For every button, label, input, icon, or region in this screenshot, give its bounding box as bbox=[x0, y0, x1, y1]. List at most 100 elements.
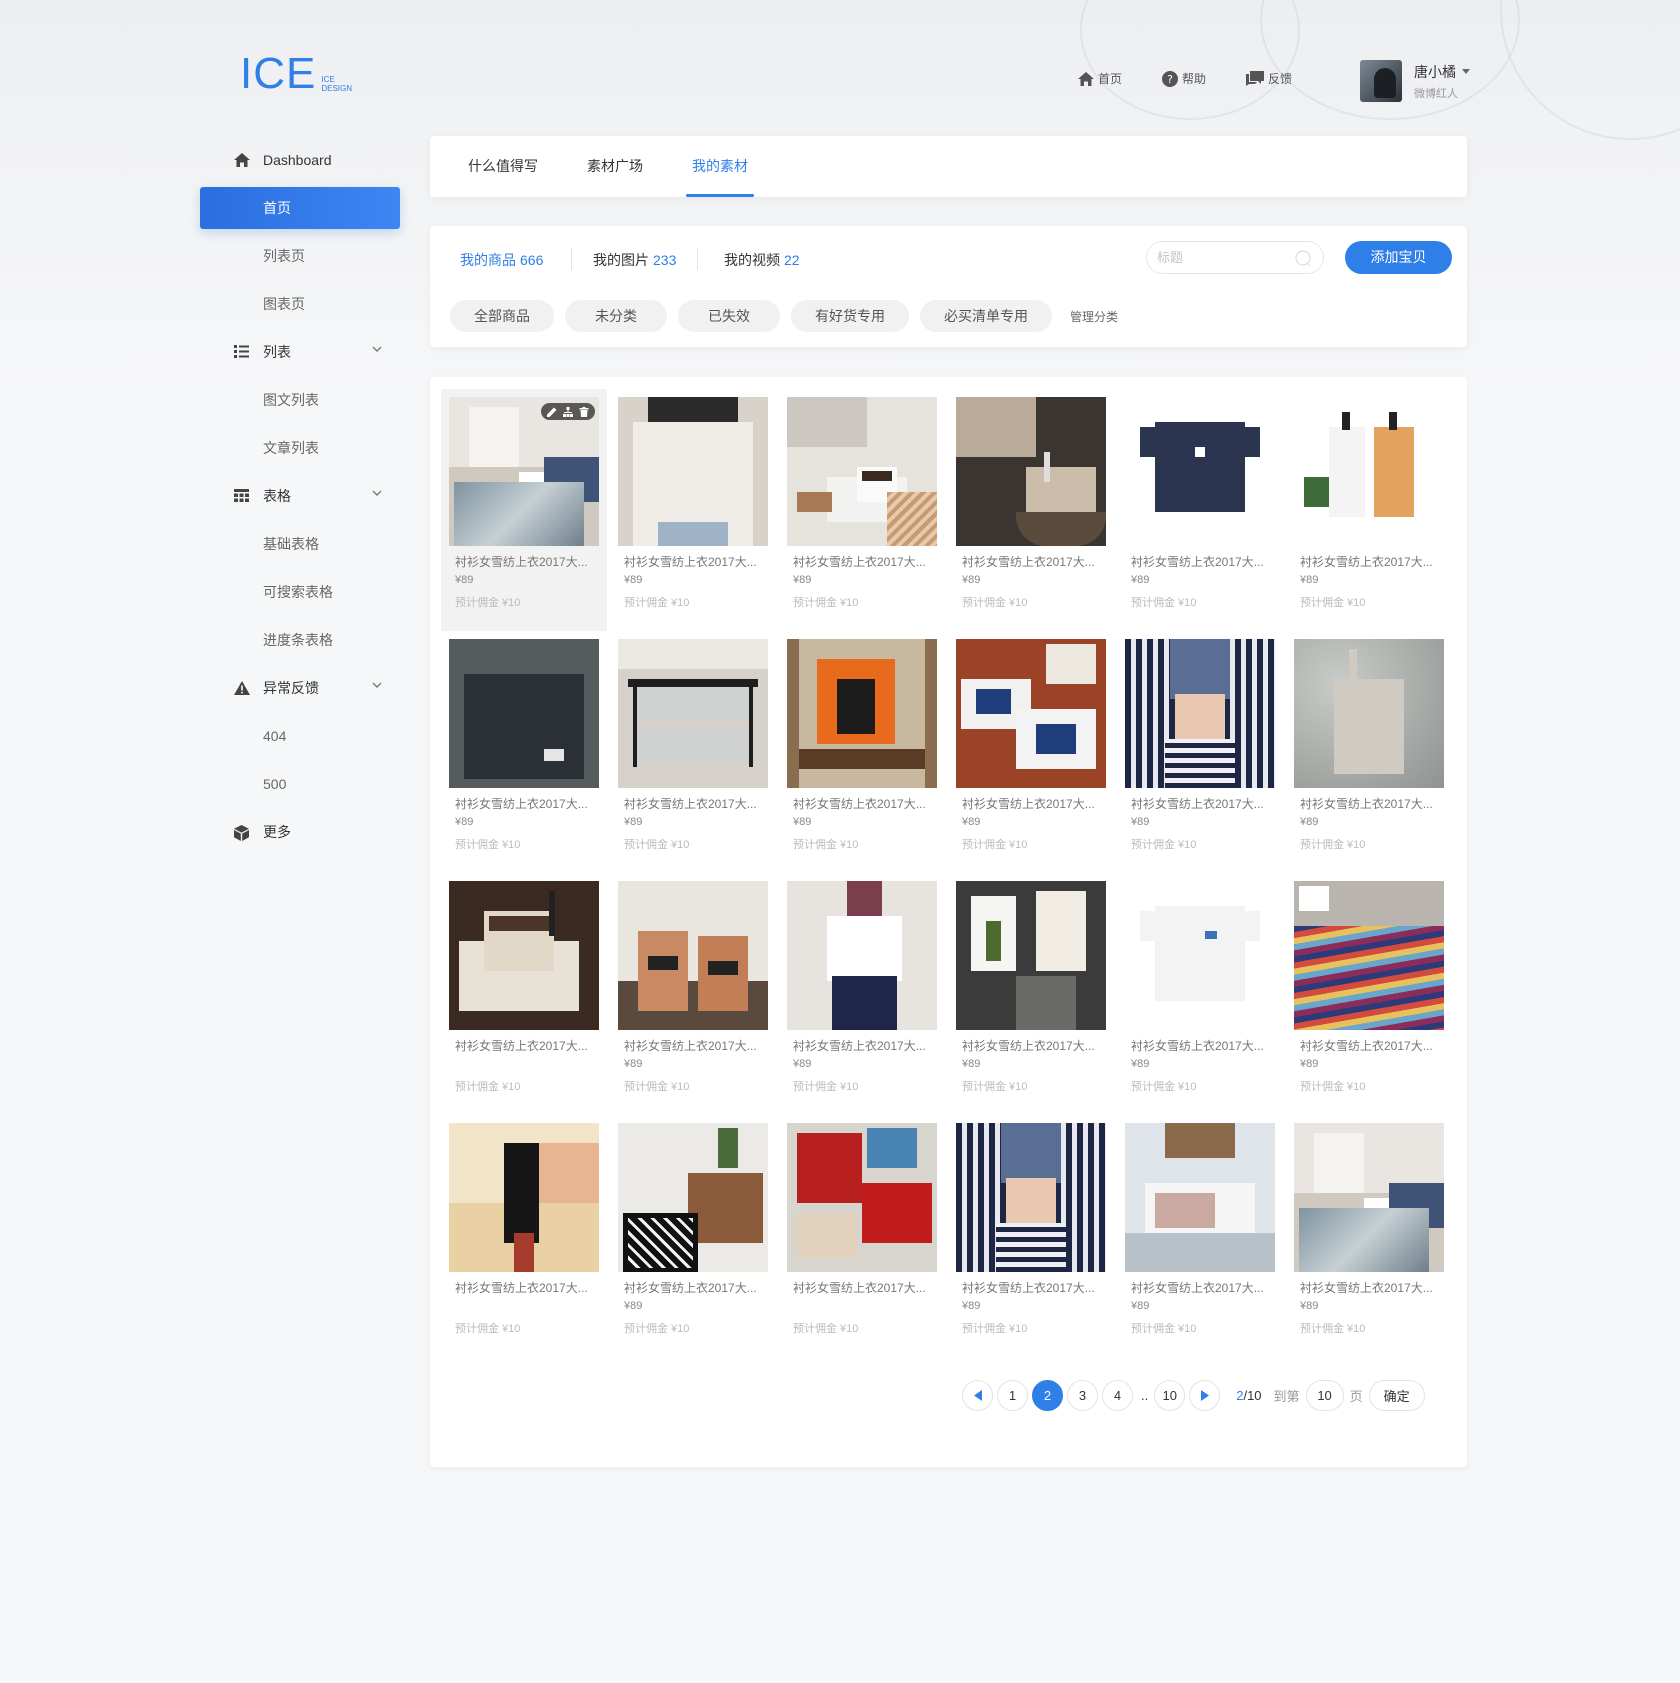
product-image[interactable] bbox=[787, 397, 937, 546]
sidebar-item-error[interactable]: 异常反馈 bbox=[200, 664, 400, 712]
product-title[interactable]: 衬衫女雪纺上衣2017大... bbox=[1294, 553, 1439, 570]
product-card[interactable]: 衬衫女雪纺上衣2017大... ¥89 预计佣金 ¥10 bbox=[948, 631, 1114, 873]
next-page-button[interactable] bbox=[1189, 1380, 1221, 1411]
product-image[interactable] bbox=[787, 881, 937, 1030]
product-image[interactable] bbox=[1294, 639, 1444, 788]
page-1[interactable]: 1 bbox=[997, 1380, 1028, 1411]
stat-my-videos[interactable]: 我的视频 22 bbox=[724, 250, 800, 270]
sidebar-item-more[interactable]: 更多 bbox=[200, 808, 400, 856]
page-10[interactable]: 10 bbox=[1154, 1380, 1186, 1411]
product-card[interactable]: 衬衫女雪纺上衣2017大... ¥89 预计佣金 ¥10 bbox=[1286, 1115, 1452, 1357]
sidebar-item-table[interactable]: 表格 bbox=[200, 472, 400, 520]
product-title[interactable]: 衬衫女雪纺上衣2017大... bbox=[956, 1037, 1101, 1054]
edit-icon[interactable] bbox=[547, 407, 557, 417]
sidebar-item-article-list[interactable]: 文章列表 bbox=[200, 424, 400, 472]
tab-my-materials[interactable]: 我的素材 bbox=[686, 136, 754, 197]
category-good-goods[interactable]: 有好货专用 bbox=[791, 300, 909, 332]
product-card[interactable]: 衬衫女雪纺上衣2017大... ¥89 预计佣金 ¥10 bbox=[1117, 1115, 1283, 1357]
product-title[interactable]: 衬衫女雪纺上衣2017大... bbox=[956, 795, 1101, 812]
topnav-feedback[interactable]: 反馈 bbox=[1246, 70, 1292, 87]
product-title[interactable]: 衬衫女雪纺上衣2017大... bbox=[956, 553, 1101, 570]
product-image[interactable] bbox=[956, 639, 1106, 788]
page-3[interactable]: 3 bbox=[1067, 1380, 1098, 1411]
product-title[interactable]: 衬衫女雪纺上衣2017大... bbox=[1294, 1279, 1439, 1296]
sidebar-item-search-table[interactable]: 可搜索表格 bbox=[200, 568, 400, 616]
user-profile[interactable]: 唐小橘 微博红人 bbox=[1360, 60, 1470, 102]
trash-icon[interactable] bbox=[579, 406, 589, 417]
category-must-buy[interactable]: 必买清单专用 bbox=[920, 300, 1052, 332]
goto-page-input[interactable] bbox=[1305, 1380, 1344, 1411]
product-title[interactable]: 衬衫女雪纺上衣2017大... bbox=[618, 1279, 763, 1296]
product-card[interactable]: 衬衫女雪纺上衣2017大... ¥89 预计佣金 ¥10 bbox=[610, 873, 776, 1115]
product-image[interactable] bbox=[618, 881, 768, 1030]
category-all[interactable]: 全部商品 bbox=[450, 300, 554, 332]
sidebar-item-list-page[interactable]: 列表页 bbox=[200, 232, 400, 280]
topnav-home[interactable]: 首页 bbox=[1078, 70, 1122, 87]
product-image[interactable] bbox=[618, 1123, 768, 1272]
add-item-button[interactable]: 添加宝贝 bbox=[1345, 241, 1452, 274]
product-title[interactable]: 衬衫女雪纺上衣2017大... bbox=[449, 553, 594, 570]
page-2[interactable]: 2 bbox=[1032, 1380, 1063, 1411]
product-image[interactable] bbox=[956, 1123, 1106, 1272]
sidebar-item-progress-table[interactable]: 进度条表格 bbox=[200, 616, 400, 664]
product-image[interactable] bbox=[1294, 1123, 1444, 1272]
product-image[interactable] bbox=[449, 1123, 599, 1272]
product-title[interactable]: 衬衫女雪纺上衣2017大... bbox=[618, 795, 763, 812]
sidebar-item-500[interactable]: 500 bbox=[200, 760, 400, 808]
product-title[interactable]: 衬衫女雪纺上衣2017大... bbox=[787, 795, 932, 812]
product-image[interactable] bbox=[1125, 397, 1275, 546]
logo[interactable]: ICE ICE DESIGN bbox=[240, 52, 352, 96]
product-title[interactable]: 衬衫女雪纺上衣2017大... bbox=[1125, 1279, 1270, 1296]
product-card[interactable]: 衬衫女雪纺上衣2017大... ¥89 预计佣金 ¥10 bbox=[441, 631, 607, 873]
tab-material-square[interactable]: 素材广场 bbox=[587, 136, 643, 197]
product-image[interactable] bbox=[1125, 881, 1275, 1030]
product-card[interactable]: 衬衫女雪纺上衣2017大... ¥89 预计佣金 ¥10 bbox=[779, 873, 945, 1115]
product-card[interactable]: 衬衫女雪纺上衣2017大... 预计佣金 ¥10 bbox=[441, 873, 607, 1115]
product-title[interactable]: 衬衫女雪纺上衣2017大... bbox=[618, 553, 763, 570]
product-title[interactable]: 衬衫女雪纺上衣2017大... bbox=[449, 1279, 594, 1296]
product-card[interactable]: 衬衫女雪纺上衣2017大... ¥89 预计佣金 ¥10 bbox=[1117, 389, 1283, 631]
product-image[interactable] bbox=[1294, 881, 1444, 1030]
product-card[interactable]: 衬衫女雪纺上衣2017大... ¥89 预计佣金 ¥10 bbox=[610, 389, 776, 631]
product-card[interactable]: 衬衫女雪纺上衣2017大... 预计佣金 ¥10 bbox=[779, 1115, 945, 1357]
category-uncategorized[interactable]: 未分类 bbox=[565, 300, 667, 332]
product-title[interactable]: 衬衫女雪纺上衣2017大... bbox=[787, 1279, 932, 1296]
search-input[interactable] bbox=[1157, 250, 1287, 265]
product-title[interactable]: 衬衫女雪纺上衣2017大... bbox=[787, 553, 932, 570]
product-image[interactable] bbox=[1125, 1123, 1275, 1272]
product-card[interactable]: 衬衫女雪纺上衣2017大... ¥89 预计佣金 ¥10 bbox=[610, 1115, 776, 1357]
stat-my-products[interactable]: 我的商品 666 bbox=[460, 250, 543, 270]
hierarchy-icon[interactable] bbox=[563, 406, 573, 417]
product-title[interactable]: 衬衫女雪纺上衣2017大... bbox=[1125, 795, 1270, 812]
product-card[interactable]: 衬衫女雪纺上衣2017大... ¥89 预计佣金 ¥10 bbox=[1286, 873, 1452, 1115]
product-title[interactable]: 衬衫女雪纺上衣2017大... bbox=[1294, 795, 1439, 812]
product-title[interactable]: 衬衫女雪纺上衣2017大... bbox=[1294, 1037, 1439, 1054]
product-card[interactable]: 衬衫女雪纺上衣2017大... ¥89 预计佣金 ¥10 bbox=[610, 631, 776, 873]
product-image[interactable] bbox=[956, 881, 1106, 1030]
category-expired[interactable]: 已失效 bbox=[678, 300, 780, 332]
product-card[interactable]: 衬衫女雪纺上衣2017大... ¥89 预计佣金 ¥10 bbox=[1286, 389, 1452, 631]
sidebar-item-home[interactable]: 首页 bbox=[200, 187, 400, 229]
topnav-help[interactable]: ? 帮助 bbox=[1162, 70, 1206, 87]
product-image[interactable] bbox=[449, 881, 599, 1030]
product-card[interactable]: 衬衫女雪纺上衣2017大... ¥89 预计佣金 ¥10 bbox=[948, 873, 1114, 1115]
product-image[interactable] bbox=[449, 397, 599, 546]
product-card[interactable]: 衬衫女雪纺上衣2017大... ¥89 预计佣金 ¥10 bbox=[1117, 631, 1283, 873]
sidebar-item-graphic-list[interactable]: 图文列表 bbox=[200, 376, 400, 424]
page-4[interactable]: 4 bbox=[1102, 1380, 1133, 1411]
product-image[interactable] bbox=[618, 397, 768, 546]
product-image[interactable] bbox=[1125, 639, 1275, 788]
tab-worth-writing[interactable]: 什么值得写 bbox=[468, 136, 538, 197]
product-title[interactable]: 衬衫女雪纺上衣2017大... bbox=[449, 795, 594, 812]
product-title[interactable]: 衬衫女雪纺上衣2017大... bbox=[1125, 553, 1270, 570]
stat-my-images[interactable]: 我的图片 233 bbox=[593, 250, 676, 270]
prev-page-button[interactable] bbox=[962, 1380, 993, 1411]
product-card[interactable]: 衬衫女雪纺上衣2017大... ¥89 预计佣金 ¥10 bbox=[779, 389, 945, 631]
product-card[interactable]: 衬衫女雪纺上衣2017大... ¥89 预计佣金 ¥10 bbox=[779, 631, 945, 873]
manage-categories-link[interactable]: 管理分类 bbox=[1070, 308, 1118, 325]
search-icon[interactable] bbox=[1295, 250, 1311, 266]
product-image[interactable] bbox=[787, 1123, 937, 1272]
product-title[interactable]: 衬衫女雪纺上衣2017大... bbox=[1125, 1037, 1270, 1054]
product-title[interactable]: 衬衫女雪纺上衣2017大... bbox=[449, 1037, 594, 1054]
product-title[interactable]: 衬衫女雪纺上衣2017大... bbox=[787, 1037, 932, 1054]
